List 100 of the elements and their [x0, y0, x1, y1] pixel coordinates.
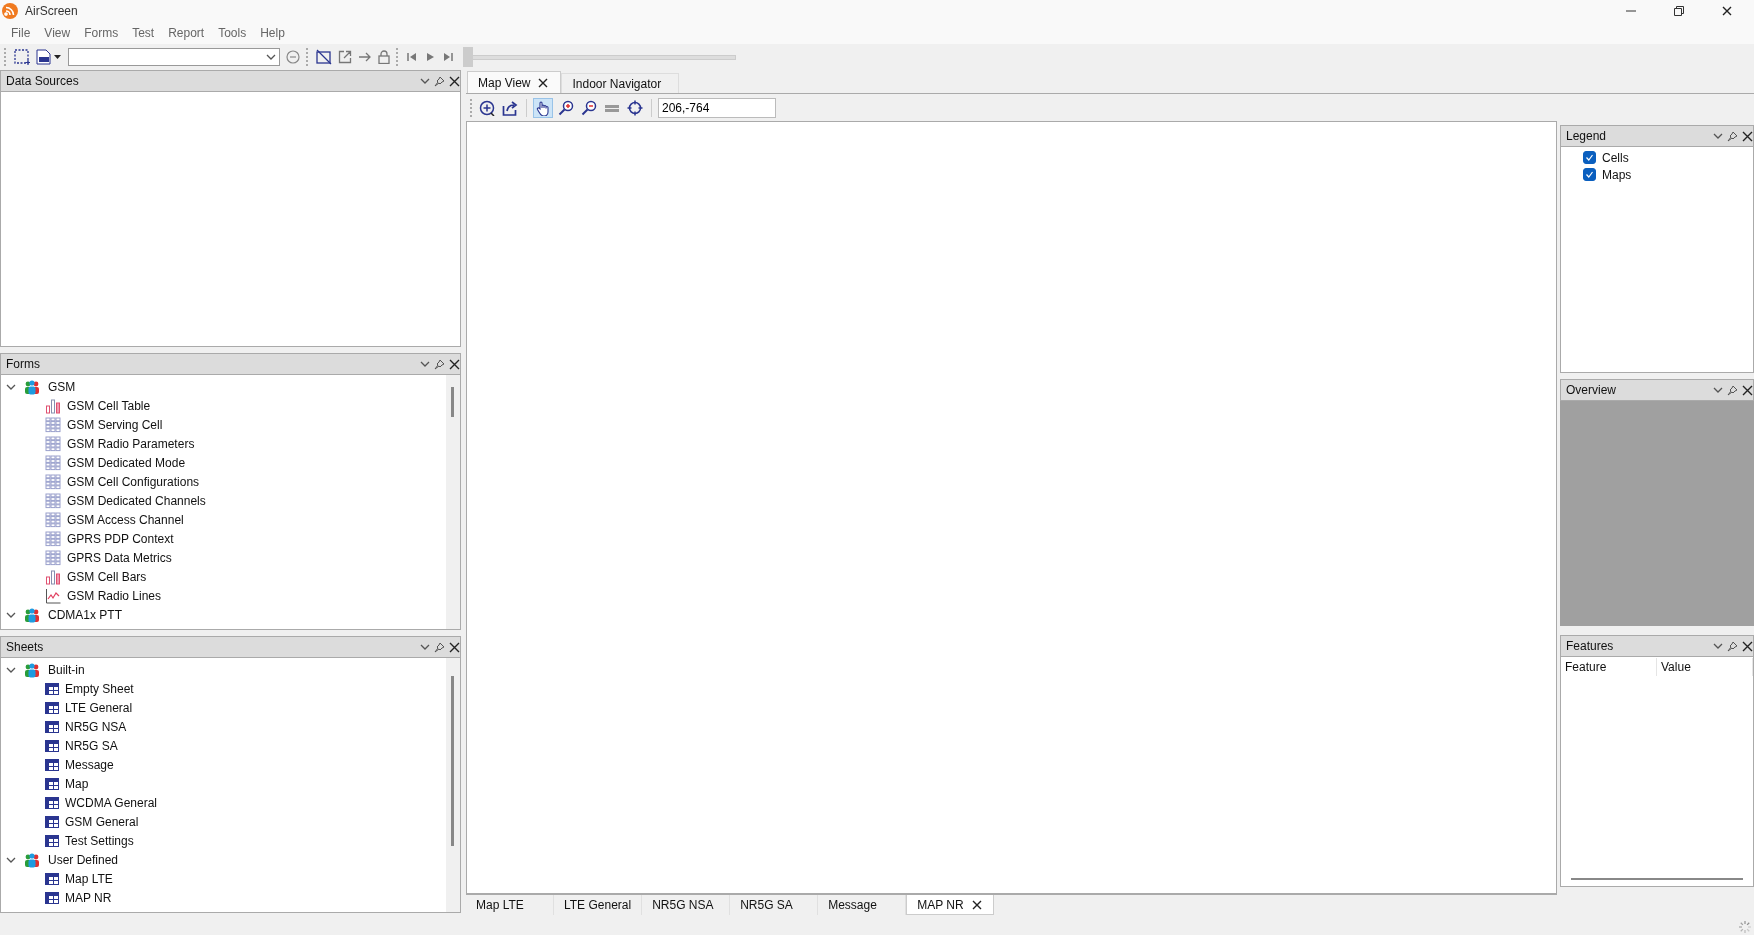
tree-item[interactable]: Test Settings: [1, 831, 446, 850]
sheet-icon: [45, 701, 59, 714]
chevron-icon[interactable]: [420, 642, 430, 652]
close-icon[interactable]: [538, 77, 549, 88]
sheet-icon: [45, 739, 59, 752]
column-header[interactable]: Value: [1657, 658, 1753, 676]
tree-item[interactable]: Map: [1, 774, 446, 793]
chevron-icon[interactable]: [1713, 385, 1723, 395]
skip-forward-icon[interactable]: [442, 51, 454, 63]
tree-item[interactable]: GSM Dedicated Channels: [1, 491, 446, 510]
tree-item[interactable]: GPRS PDP Context: [1, 529, 446, 548]
chevron-icon[interactable]: [1713, 641, 1723, 651]
close-icon[interactable]: [1742, 384, 1753, 396]
bar-chart-icon: [45, 397, 61, 414]
sheet-tab[interactable]: MAP NR: [906, 895, 995, 915]
tree-item[interactable]: User Defined: [1, 850, 446, 869]
document-tab[interactable]: Indoor Navigator: [561, 73, 680, 93]
tree-item[interactable]: CDMA1x PTT: [1, 605, 446, 624]
checkbox[interactable]: [1583, 168, 1596, 181]
menu-item[interactable]: Report: [161, 26, 212, 40]
selection-icon[interactable]: [14, 49, 30, 65]
menu-item[interactable]: Help: [253, 26, 292, 40]
tree-item[interactable]: GSM Serving Cell: [1, 415, 446, 434]
lock-icon[interactable]: [378, 50, 390, 64]
close-icon[interactable]: [1722, 6, 1732, 16]
tree-item[interactable]: GSM Cell Configurations: [1, 472, 446, 491]
log-file-icon[interactable]: [36, 49, 62, 65]
slider-thumb[interactable]: [463, 46, 473, 67]
pin-icon[interactable]: [434, 641, 445, 653]
tree-item[interactable]: GSM Cell Bars: [1, 567, 446, 586]
coordinate-field[interactable]: 206,-764: [658, 97, 776, 118]
tree-item[interactable]: GSM General: [1, 812, 446, 831]
people-icon: [24, 851, 40, 868]
skip-back-icon[interactable]: [406, 51, 418, 63]
chevron-icon[interactable]: [420, 76, 430, 86]
dropdown-chevron-icon[interactable]: [266, 52, 276, 62]
tree-item[interactable]: GSM Cell Table: [1, 396, 446, 415]
close-icon[interactable]: [1742, 130, 1753, 142]
column-header[interactable]: Feature: [1561, 658, 1657, 676]
people-icon: [24, 661, 40, 678]
tree-item[interactable]: GSM Radio Parameters: [1, 434, 446, 453]
sheet-icon: [45, 720, 59, 733]
restore-icon[interactable]: [1674, 6, 1684, 16]
zoom-out-icon: [581, 100, 597, 115]
map-tool-button[interactable]: [533, 97, 553, 118]
tree-item[interactable]: Message: [1, 755, 446, 774]
tree-item[interactable]: LTE General: [1, 698, 446, 717]
menu-item[interactable]: Test: [125, 26, 162, 40]
tree-item[interactable]: GSM: [1, 377, 446, 396]
tree-item[interactable]: NR5G SA: [1, 736, 446, 755]
tree-item[interactable]: GSM Dedicated Mode: [1, 453, 446, 472]
tree-item[interactable]: GSM Radio Lines: [1, 586, 446, 605]
pin-icon[interactable]: [1727, 384, 1738, 396]
tree-item[interactable]: GPRS Data Metrics: [1, 548, 446, 567]
spinner-icon: [1738, 920, 1752, 934]
play-icon[interactable]: [424, 51, 436, 63]
chevron-icon[interactable]: [420, 359, 430, 369]
grid-icon: [45, 454, 61, 471]
external-link-icon[interactable]: [338, 50, 352, 64]
bar-chart-icon: [45, 568, 61, 585]
panel-title: Overview: [1566, 383, 1616, 397]
sheet-icon: [45, 796, 59, 809]
tree-item[interactable]: NR5G NSA: [1, 717, 446, 736]
scrollbar[interactable]: [1571, 878, 1743, 880]
scrollbar[interactable]: [446, 658, 460, 912]
chevron-icon[interactable]: [1713, 131, 1723, 141]
sheet-tab[interactable]: Map LTE: [466, 895, 554, 915]
window-title: AirScreen: [25, 4, 78, 18]
menu-item[interactable]: Forms: [77, 26, 126, 40]
close-icon[interactable]: [449, 641, 460, 653]
arrow-right-icon[interactable]: [358, 50, 372, 64]
tree-item[interactable]: WCDMA General: [1, 793, 446, 812]
tree-item[interactable]: Built-in: [1, 660, 446, 679]
hand-icon: [536, 100, 549, 116]
checkbox[interactable]: [1583, 151, 1596, 164]
tree-item[interactable]: MAP NR: [1, 888, 446, 907]
close-icon[interactable]: [971, 899, 982, 910]
line-chart-icon: [45, 587, 61, 604]
grid-icon: [45, 473, 61, 490]
menu-item[interactable]: View: [37, 26, 78, 40]
panel-title: Data Sources: [6, 74, 79, 88]
close-icon[interactable]: [449, 75, 460, 87]
scrollbar[interactable]: [446, 375, 460, 629]
sheet-tab[interactable]: NR5G SA: [730, 895, 819, 915]
close-icon[interactable]: [1742, 640, 1753, 652]
pin-icon[interactable]: [434, 75, 445, 87]
tree-item[interactable]: GSM Access Channel: [1, 510, 446, 529]
sheet-tab[interactable]: LTE General: [554, 895, 643, 915]
pin-icon[interactable]: [1727, 130, 1738, 142]
pin-icon[interactable]: [434, 358, 445, 370]
tree-item[interactable]: Empty Sheet: [1, 679, 446, 698]
map-off-icon[interactable]: [316, 49, 332, 65]
menu-item[interactable]: File: [4, 26, 38, 40]
tree-item[interactable]: Map LTE: [1, 869, 446, 888]
close-icon[interactable]: [449, 358, 460, 370]
sheet-tab[interactable]: NR5G NSA: [642, 895, 731, 915]
minus-circle-icon[interactable]: [286, 50, 300, 64]
document-tab[interactable]: Map View: [467, 71, 562, 93]
menu-item[interactable]: Tools: [211, 26, 254, 40]
pin-icon[interactable]: [1727, 640, 1738, 652]
